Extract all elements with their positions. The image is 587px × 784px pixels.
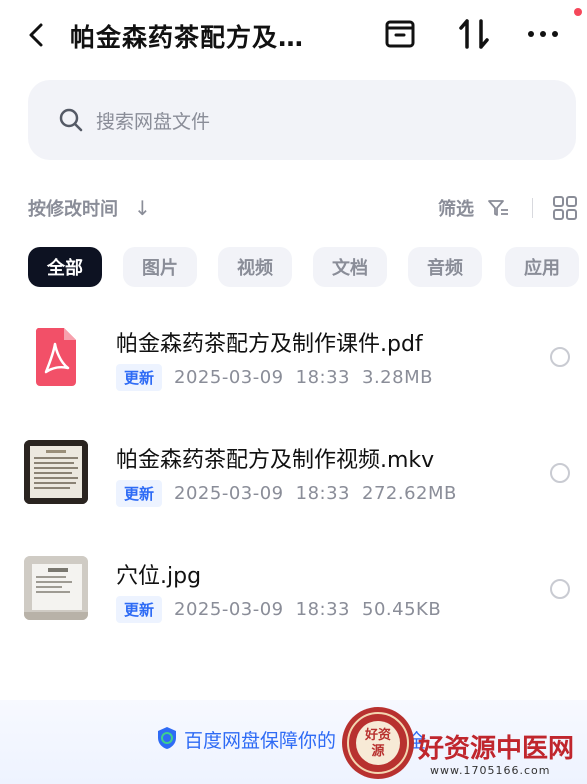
filter-icon[interactable] <box>486 196 510 220</box>
grid-view-icon[interactable] <box>552 195 578 221</box>
file-name: 帕金森药茶配方及制作课件.pdf <box>116 332 423 357</box>
file-row[interactable]: 帕金森药茶配方及制作视频.mkv 更新 2025-03-09 18:33 272… <box>0 434 587 534</box>
chevron-left-icon[interactable] <box>22 20 52 50</box>
file-row[interactable]: 穴位.jpg 更新 2025-03-09 18:33 50.45KB <box>0 550 587 650</box>
file-meta: 更新 2025-03-09 18:33 50.45KB <box>116 595 442 623</box>
select-radio[interactable] <box>550 347 570 367</box>
update-badge: 更新 <box>116 595 163 623</box>
security-text[interactable]: 百度网盘保障你的 <box>184 726 336 753</box>
video-thumbnail <box>24 440 88 504</box>
select-radio[interactable] <box>550 463 570 483</box>
search-bar[interactable]: 搜索网盘文件 <box>28 80 576 160</box>
tab-videos[interactable]: 视频 <box>218 247 292 287</box>
file-date: 2025-03-09 <box>174 598 284 620</box>
shield-icon <box>158 727 176 749</box>
sort-icon[interactable] <box>456 16 492 52</box>
tab-audio[interactable]: 音频 <box>408 247 482 287</box>
update-badge: 更新 <box>116 363 163 391</box>
watermark-url: www.1705166.com <box>430 764 551 777</box>
notification-dot <box>574 8 582 16</box>
box-icon[interactable] <box>382 16 418 52</box>
file-date: 2025-03-09 <box>174 366 284 388</box>
tab-documents[interactable]: 文档 <box>313 247 387 287</box>
search-icon <box>59 108 83 132</box>
image-thumbnail <box>24 556 88 620</box>
file-meta: 更新 2025-03-09 18:33 272.62MB <box>116 479 457 507</box>
tab-images[interactable]: 图片 <box>123 247 197 287</box>
arrow-down-icon: ↓ <box>134 196 151 220</box>
file-size: 272.62MB <box>362 482 457 504</box>
file-time: 18:33 <box>295 482 350 504</box>
file-name: 帕金森药茶配方及制作视频.mkv <box>116 448 435 473</box>
sort-bar: 按修改时间 ↓ 筛选 <box>0 190 587 226</box>
file-date: 2025-03-09 <box>174 482 284 504</box>
file-time: 18:33 <box>295 366 350 388</box>
file-meta: 更新 2025-03-09 18:33 3.28MB <box>116 363 433 391</box>
file-time: 18:33 <box>295 598 350 620</box>
filter-button[interactable]: 筛选 <box>438 195 474 221</box>
sort-by-modified-button[interactable]: 按修改时间 <box>28 195 118 221</box>
category-tabs: 全部 图片 视频 文档 音频 应用 <box>28 247 587 287</box>
svg-text:好资: 好资 <box>364 727 391 743</box>
watermark-text: 好资源中医网 <box>418 734 575 764</box>
app-header: 帕金森药茶配方及… <box>0 0 587 72</box>
pdf-icon <box>24 324 88 388</box>
watermark-seal: 好资 源 <box>342 707 414 779</box>
svg-text:源: 源 <box>371 743 384 759</box>
file-size: 50.45KB <box>362 598 442 620</box>
select-radio[interactable] <box>550 579 570 599</box>
more-icon[interactable] <box>525 16 561 52</box>
tab-all[interactable]: 全部 <box>28 247 102 287</box>
update-badge: 更新 <box>116 479 163 507</box>
file-name: 穴位.jpg <box>116 564 202 589</box>
page-title: 帕金森药茶配方及… <box>70 23 305 52</box>
file-size: 3.28MB <box>362 366 433 388</box>
file-row[interactable]: 帕金森药茶配方及制作课件.pdf 更新 2025-03-09 18:33 3.2… <box>0 318 587 418</box>
tab-apps[interactable]: 应用 <box>505 247 579 287</box>
search-placeholder: 搜索网盘文件 <box>96 111 211 133</box>
divider <box>532 198 533 218</box>
